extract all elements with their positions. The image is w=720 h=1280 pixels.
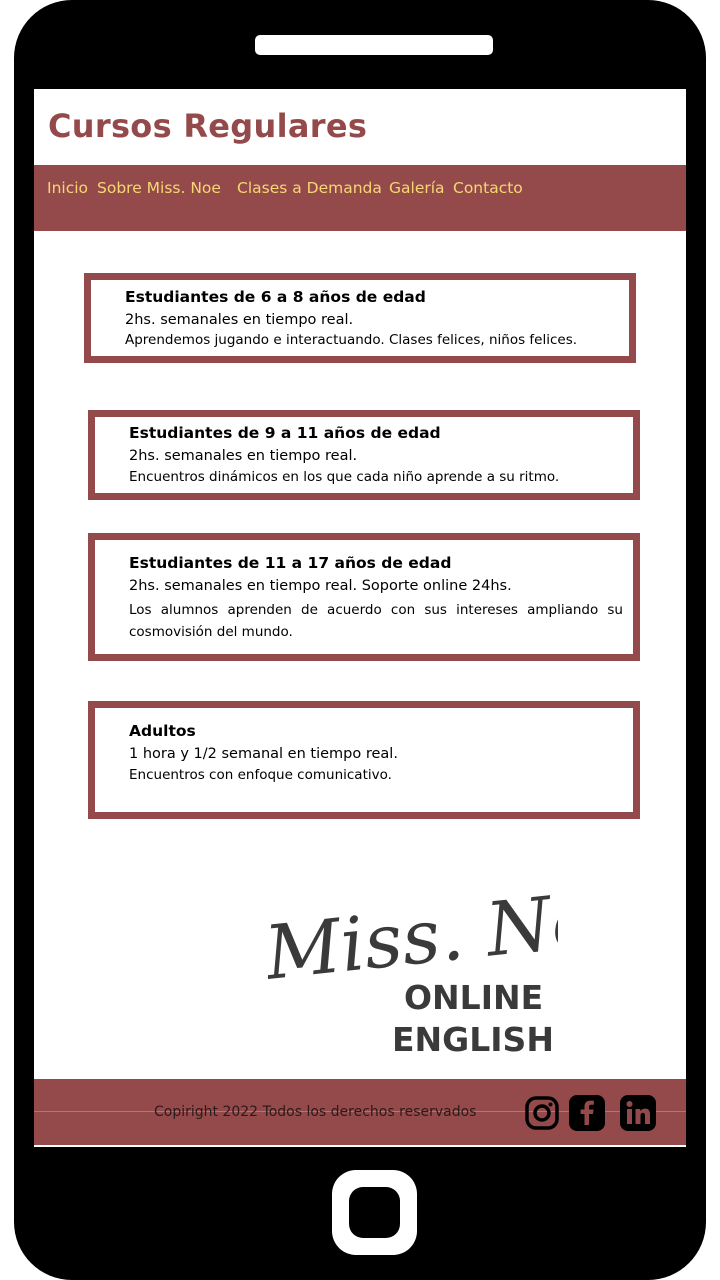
- nav-item-contacto[interactable]: Contacto: [453, 179, 523, 197]
- miss-noe-logo: Miss. Noe ONLINE ENGLISH: [268, 872, 558, 1059]
- course-schedule: 2hs. semanales en tiempo real. Soporte o…: [129, 578, 512, 594]
- course-card: Estudiantes de 6 a 8 años de edad 2hs. s…: [84, 273, 636, 363]
- page-title: Cursos Regulares: [48, 107, 368, 145]
- course-title: Estudiantes de 9 a 11 años de edad: [129, 424, 441, 442]
- phone-speaker: [255, 35, 493, 55]
- course-description: Aprendemos jugando e interactuando. Clas…: [125, 332, 578, 348]
- instagram-icon[interactable]: [524, 1095, 560, 1131]
- nav-item-inicio[interactable]: Inicio: [47, 179, 88, 197]
- footer: Copiright 2022 Todos los derechos reserv…: [34, 1079, 686, 1145]
- copyright-text: Copiright 2022 Todos los derechos reserv…: [154, 1104, 477, 1120]
- facebook-icon[interactable]: [569, 1095, 605, 1131]
- logo-english-text: ENGLISH: [392, 1020, 554, 1059]
- course-schedule: 1 hora y 1/2 semanal en tiempo real.: [129, 746, 398, 762]
- nav-item-clases-a-demanda[interactable]: Clases a Demanda: [237, 179, 382, 197]
- course-card: Estudiantes de 11 a 17 años de edad 2hs.…: [88, 533, 640, 661]
- course-schedule: 2hs. semanales en tiempo real.: [125, 312, 354, 328]
- course-description: Los alumnos aprenden de acuerdo con sus …: [129, 602, 623, 640]
- course-card: Estudiantes de 9 a 11 años de edad 2hs. …: [88, 410, 640, 500]
- phone-screen: Cursos Regulares Inicio Sobre Miss. Noe …: [34, 89, 686, 1147]
- home-button[interactable]: [332, 1170, 417, 1255]
- course-title: Adultos: [129, 722, 196, 740]
- course-description: Encuentros con enfoque comunicativo.: [129, 767, 392, 783]
- course-title: Estudiantes de 6 a 8 años de edad: [125, 288, 426, 306]
- logo-online-text: ONLINE: [404, 978, 543, 1017]
- navbar: Inicio Sobre Miss. Noe Clases a Demanda …: [34, 165, 686, 231]
- nav-item-sobre-miss-noe[interactable]: Sobre Miss. Noe: [97, 179, 221, 197]
- course-card: Adultos 1 hora y 1/2 semanal en tiempo r…: [88, 701, 640, 819]
- course-schedule: 2hs. semanales en tiempo real.: [129, 448, 358, 464]
- linkedin-icon[interactable]: [620, 1095, 656, 1131]
- course-description: Encuentros dinámicos en los que cada niñ…: [129, 469, 560, 485]
- course-title: Estudiantes de 11 a 17 años de edad: [129, 554, 452, 572]
- nav-item-galeria[interactable]: Galería: [389, 179, 445, 197]
- home-button-inner: [349, 1187, 400, 1238]
